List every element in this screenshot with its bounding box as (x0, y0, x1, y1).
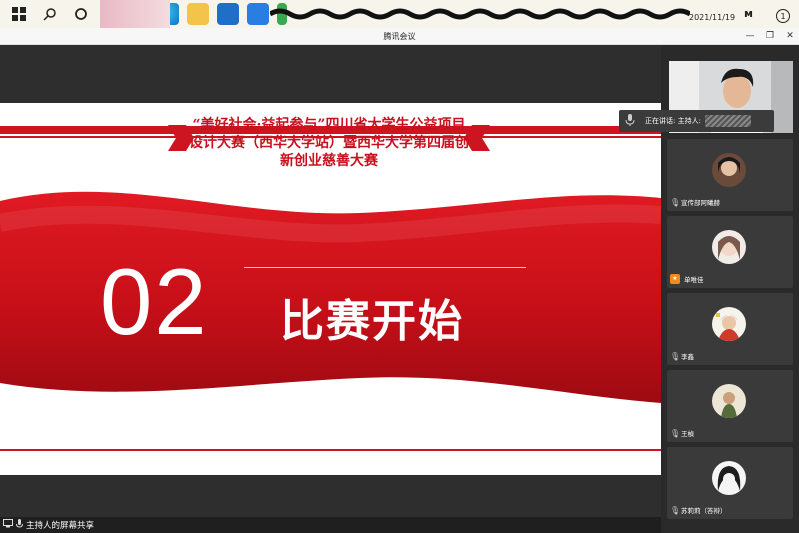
shared-screen-area: “美好社会·益起参与”四川省大学生公益项目设计大赛（西华大学站）暨西华大学第四届… (0, 45, 661, 517)
avatar (712, 461, 746, 495)
presentation-slide: “美好社会·益起参与”四川省大学生公益项目设计大赛（西华大学站）暨西华大学第四届… (0, 103, 661, 475)
host-badge-icon: ★ (670, 274, 680, 284)
screen-share-bar: 主持人的屏幕共享 (0, 517, 661, 533)
screen-share-label: 主持人的屏幕共享 (26, 521, 95, 531)
window-titlebar: 腾讯会议 — ❐ ✕ (0, 28, 799, 45)
search-icon[interactable] (38, 2, 62, 26)
microphone-icon: 🎙 (670, 351, 681, 361)
slide-separator-line (244, 267, 526, 268)
participant-name: 李鑫 (681, 353, 694, 361)
participant-tile[interactable]: 🎙 苏莉莉（答辩） (667, 447, 793, 519)
participant-name: 单唯佳 (684, 276, 704, 284)
participant-name: 苏莉莉（答辩） (681, 507, 727, 515)
close-button[interactable]: ✕ (782, 28, 798, 45)
avatar (712, 230, 746, 264)
taskbar-wallpaper-strip (100, 0, 170, 28)
windows-start-icon[interactable] (7, 2, 31, 26)
slide-section-number: 02 (100, 249, 209, 354)
minimize-button[interactable]: — (742, 28, 758, 45)
microphone-icon: 🎙 (670, 428, 681, 438)
avatar (712, 384, 746, 418)
microphone-icon (16, 518, 23, 532)
taskbar-date: 2021/11/19 (689, 13, 736, 22)
file-explorer-icon[interactable] (187, 3, 209, 25)
participant-tile[interactable]: 🎙 李鑫 (667, 293, 793, 365)
microphone-icon (623, 114, 637, 128)
avatar (712, 307, 746, 341)
participant-tile[interactable]: 🎙 宣传部阿曦赫 (667, 139, 793, 211)
microphone-icon: 🎙 (670, 197, 681, 207)
restore-button[interactable]: ❐ (762, 28, 778, 45)
mail-icon[interactable] (217, 3, 239, 25)
ime-indicator[interactable]: ᴍ (744, 7, 753, 20)
slide-title: “美好社会·益起参与”四川省大学生公益项目设计大赛（西华大学站）暨西华大学第四届… (189, 117, 469, 169)
speaking-label: 正在讲话: 主持人: (645, 117, 701, 125)
redaction-scribble (270, 8, 690, 20)
window-title: 腾讯会议 (383, 32, 416, 41)
task-view-icon[interactable] (69, 2, 93, 26)
microphone-icon: 🎙 (670, 505, 681, 515)
windows-taskbar: 2021/11/19 ᴍ 1 (0, 0, 799, 28)
screen-share-icon (3, 519, 13, 531)
participant-tile[interactable]: ★ 单唯佳 (667, 216, 793, 288)
notification-badge[interactable]: 1 (776, 9, 790, 23)
slide-section-heading: 比赛开始 (280, 296, 464, 347)
participant-name: 宣传部阿曦赫 (681, 199, 720, 207)
participant-name: 王楨 (681, 430, 694, 438)
avatar (712, 153, 746, 187)
speaking-indicator: 正在讲话: 主持人: (619, 110, 774, 132)
tencent-meeting-icon[interactable] (247, 3, 269, 25)
participant-tile[interactable]: 🎙 王楨 (667, 370, 793, 442)
redacted-name (704, 115, 751, 127)
